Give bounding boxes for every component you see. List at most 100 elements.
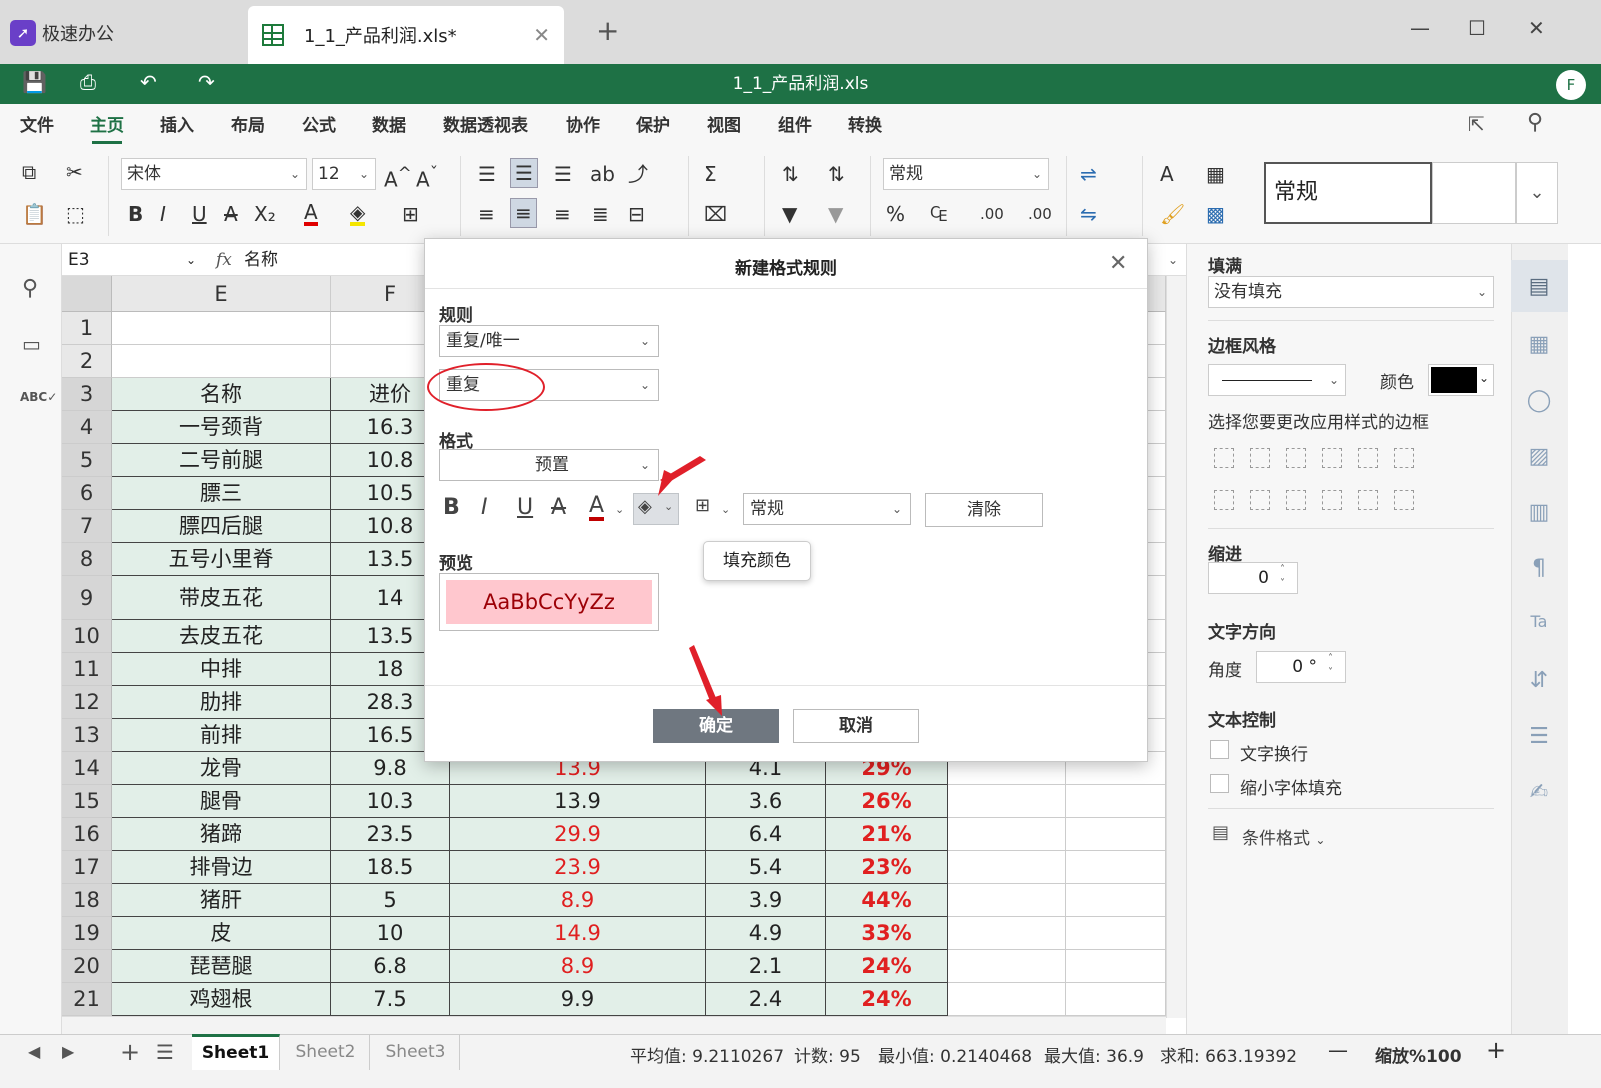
table-cell[interactable]: 皮: [112, 917, 331, 950]
sheet-list-icon[interactable]: ☰: [156, 1040, 174, 1064]
currency-icon[interactable]: ₠: [930, 202, 948, 226]
table-cell[interactable]: 13.9: [450, 785, 706, 818]
delete-cells-icon[interactable]: ⇋: [1080, 202, 1097, 226]
filter-icon[interactable]: ▼: [782, 202, 797, 226]
menu-components[interactable]: 组件: [778, 104, 812, 148]
row-header[interactable]: 1: [62, 312, 112, 345]
table-cell[interactable]: 18.5: [331, 851, 450, 884]
border-diag-up-icon[interactable]: [1358, 448, 1378, 468]
row-header[interactable]: 4: [62, 411, 112, 444]
border-top-icon[interactable]: [1322, 490, 1342, 510]
row-header[interactable]: 16: [62, 818, 112, 851]
format-painter-icon[interactable]: 🖌: [1160, 202, 1185, 226]
border-color-picker[interactable]: ⌄: [1428, 364, 1494, 396]
increase-decimal-icon[interactable]: .00: [1028, 202, 1052, 226]
table-cell[interactable]: 29.9: [450, 818, 706, 851]
merge-cells-icon[interactable]: ⊟: [628, 202, 645, 226]
number-format-select[interactable]: 常规 ⌄: [743, 493, 911, 525]
align-left-icon[interactable]: ≡: [478, 202, 495, 226]
table-cell[interactable]: 猪肝: [112, 884, 331, 917]
clear-button[interactable]: 清除: [925, 493, 1043, 527]
select-icon[interactable]: ⬚: [66, 202, 85, 226]
table-cell[interactable]: 6.8: [331, 950, 450, 983]
stepper-icon[interactable]: ˄ ˅: [1328, 652, 1333, 680]
table-cell[interactable]: 8.9: [450, 950, 706, 983]
clear-filter-icon[interactable]: ▼: [828, 202, 843, 226]
table-cell[interactable]: [1066, 983, 1166, 1016]
table-cell[interactable]: 去皮五花: [112, 620, 331, 653]
paragraph-icon[interactable]: ¶: [1526, 556, 1552, 581]
prev-sheet-icon[interactable]: ◀: [28, 1042, 40, 1061]
row-header[interactable]: 3: [62, 378, 112, 411]
table-cell[interactable]: 4.9: [706, 917, 826, 950]
align-top-icon[interactable]: ☰: [478, 162, 496, 186]
shrink-to-fit-checkbox[interactable]: [1210, 774, 1229, 793]
cut-icon[interactable]: ✂: [66, 160, 83, 184]
zoom-in-button[interactable]: +: [1486, 1036, 1506, 1064]
menu-convert[interactable]: 转换: [848, 104, 882, 148]
table-cell[interactable]: 带皮五花: [112, 576, 331, 620]
cell-settings-icon[interactable]: ▤: [1526, 274, 1552, 299]
table-cell[interactable]: 前排: [112, 719, 331, 752]
table-format-icon[interactable]: ▦: [1206, 162, 1225, 186]
table-cell[interactable]: [1066, 917, 1166, 950]
align-middle-icon[interactable]: ☰: [510, 158, 538, 188]
menu-view[interactable]: 视图: [707, 104, 741, 148]
italic-icon[interactable]: I: [160, 202, 166, 226]
row-header[interactable]: 8: [62, 543, 112, 576]
table-cell[interactable]: 26%: [826, 785, 948, 818]
new-tab-button[interactable]: +: [596, 14, 619, 47]
table-cell[interactable]: [112, 345, 331, 378]
wrap-text-icon[interactable]: ab: [590, 162, 615, 186]
menu-formula[interactable]: 公式: [302, 104, 336, 148]
sort-desc-icon[interactable]: ⇅: [828, 162, 845, 186]
percent-icon[interactable]: %: [886, 202, 905, 226]
table-cell[interactable]: 腿骨: [112, 785, 331, 818]
select-all-corner[interactable]: [62, 276, 112, 312]
bold-icon[interactable]: B: [443, 495, 460, 520]
avatar[interactable]: F: [1556, 70, 1586, 100]
table-cell[interactable]: 14.9: [450, 917, 706, 950]
sort-asc-icon[interactable]: ⇅: [782, 162, 799, 186]
row-header[interactable]: 7: [62, 510, 112, 543]
italic-icon[interactable]: I: [481, 495, 488, 520]
row-header[interactable]: 2: [62, 345, 112, 378]
border-center-h-icon[interactable]: [1358, 490, 1378, 510]
add-sheet-icon[interactable]: +: [120, 1038, 140, 1066]
paste-icon[interactable]: 📋: [22, 202, 47, 226]
align-right-icon[interactable]: ≡: [554, 202, 571, 226]
column-header[interactable]: E: [112, 276, 331, 312]
row-header[interactable]: 10: [62, 620, 112, 653]
stepper-icon[interactable]: ˄ ˅: [1280, 563, 1285, 591]
menu-data[interactable]: 数据: [372, 104, 406, 148]
search-icon[interactable]: ⚲: [1527, 110, 1543, 135]
open-location-icon[interactable]: ⇱: [1468, 112, 1485, 136]
table-cell[interactable]: [948, 851, 1066, 884]
align-center-icon[interactable]: ≡: [510, 198, 537, 228]
row-header[interactable]: 6: [62, 477, 112, 510]
cell-style-box[interactable]: 常规: [1264, 162, 1432, 224]
table-cell[interactable]: 3.9: [706, 884, 826, 917]
table-cell[interactable]: 鸡翅根: [112, 983, 331, 1016]
table-cell[interactable]: 2.4: [706, 983, 826, 1016]
font-name-select[interactable]: 宋体 ⌄: [121, 158, 307, 190]
border-right-icon[interactable]: [1286, 490, 1306, 510]
table-cell[interactable]: 3.6: [706, 785, 826, 818]
row-header[interactable]: 13: [62, 719, 112, 752]
menu-layout[interactable]: 布局: [231, 104, 265, 148]
image-settings-icon[interactable]: ▨: [1526, 444, 1552, 469]
minimize-button[interactable]: —: [1410, 16, 1430, 40]
preset-select[interactable]: 预置 ⌄: [439, 449, 659, 481]
text-art-icon[interactable]: Ta: [1526, 612, 1552, 631]
table-cell[interactable]: [948, 785, 1066, 818]
table-cell[interactable]: [1066, 785, 1166, 818]
menu-home[interactable]: 主页: [90, 104, 124, 148]
expand-formula-icon[interactable]: ⌄: [1168, 246, 1178, 274]
table-cell[interactable]: 33%: [826, 917, 948, 950]
cell-style-preview[interactable]: [1432, 162, 1516, 224]
border-outer-icon[interactable]: [1322, 448, 1342, 468]
row-header[interactable]: 12: [62, 686, 112, 719]
zoom-level[interactable]: 缩放%100: [1375, 1042, 1462, 1067]
pivot-settings-icon[interactable]: ⇵: [1526, 668, 1552, 693]
table-cell[interactable]: 21%: [826, 818, 948, 851]
